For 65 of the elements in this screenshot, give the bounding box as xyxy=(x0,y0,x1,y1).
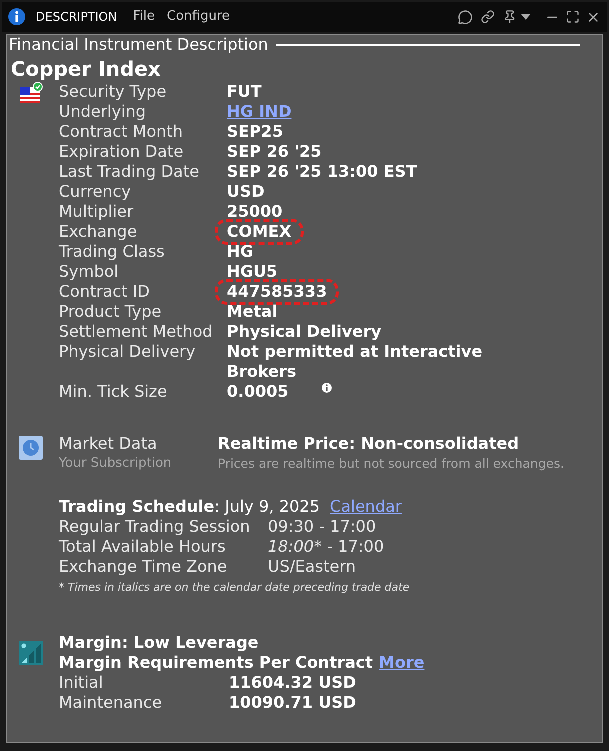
field-label: Underlying xyxy=(59,102,148,122)
maximize-icon[interactable] xyxy=(566,10,580,24)
clock-icon xyxy=(19,436,43,460)
field-label: Contract Month xyxy=(59,122,184,142)
pin-icon[interactable] xyxy=(503,10,517,24)
field-label: Security Type xyxy=(59,82,168,102)
field-value: Physical Delivery xyxy=(227,322,382,341)
field-value: USD xyxy=(227,182,265,201)
menu-item[interactable]: Configure xyxy=(167,7,230,27)
chat-icon[interactable] xyxy=(458,10,473,24)
field-label: Symbol xyxy=(59,262,120,282)
margin-title: Margin: Low Leverage xyxy=(59,633,259,653)
field-label: Last Trading Date xyxy=(59,162,200,182)
footnote: * Times in italics are on the calendar date preceding trade date xyxy=(59,580,410,596)
margin-value: 11604.32 USD xyxy=(229,673,356,693)
field-label: Multiplier xyxy=(59,202,135,222)
schedule-value: 09:30 - 17:00 xyxy=(268,517,376,537)
window-title: DESCRIPTION xyxy=(36,9,118,26)
field-label: Settlement Method xyxy=(59,322,214,342)
schedule-value: 18:00* - 17:00 xyxy=(268,537,384,557)
field-value: Not permitted at Interactive Brokers xyxy=(227,342,483,381)
market-data-value: Realtime Price: Non-consolidated xyxy=(218,434,520,454)
info-icon[interactable] xyxy=(322,383,332,393)
bar-chart-icon xyxy=(19,641,43,665)
subscription-label: Your Subscription xyxy=(59,455,173,473)
field-label: Min. Tick Size xyxy=(59,382,168,402)
market-data-label: Market Data xyxy=(59,434,158,454)
field-value: HGU5 xyxy=(227,262,278,281)
schedule-label: Exchange Time Zone xyxy=(59,557,228,577)
field-value: HG xyxy=(227,242,254,261)
margin-label: Initial xyxy=(59,673,104,693)
field-value: SEP 26 '25 13:00 EST xyxy=(227,162,418,181)
section-title: Financial Instrument Description xyxy=(9,34,268,56)
calendar-link[interactable]: Calendar xyxy=(330,497,402,517)
margin-label: Maintenance xyxy=(59,693,164,713)
underlying-link[interactable]: HG IND xyxy=(227,102,292,121)
schedule-value: US/Eastern xyxy=(268,557,356,577)
field-value: SEP 26 '25 xyxy=(227,142,322,161)
schedule-label: Total Available Hours xyxy=(59,537,227,557)
field-value: Metal xyxy=(227,302,278,321)
field-label: Contract ID xyxy=(59,282,151,302)
field-value: 447585333 xyxy=(227,282,328,301)
menu-item[interactable]: File xyxy=(133,7,155,27)
us-flag-icon xyxy=(19,82,43,106)
market-data-note: Prices are realtime but not sourced from all exchanges. xyxy=(218,455,564,473)
instrument-name: Copper Index xyxy=(11,56,161,82)
field-label: Exchange xyxy=(59,222,138,242)
field-label: Expiration Date xyxy=(59,142,185,162)
more-link[interactable]: More xyxy=(379,653,425,673)
field-value: SEP25 xyxy=(227,122,284,141)
field-value: FUT xyxy=(227,82,262,101)
field-label: Product Type xyxy=(59,302,163,322)
margin-subtitle: Margin Requirements Per Contract xyxy=(59,653,374,673)
field-label: Physical Delivery xyxy=(59,342,197,363)
caret-icon[interactable] xyxy=(521,14,531,20)
field-label: Trading Class xyxy=(59,242,166,262)
margin-value: 10090.71 USD xyxy=(229,693,356,713)
field-value: 25000 xyxy=(227,202,283,221)
field-value: COMEX xyxy=(227,222,292,241)
info-icon xyxy=(8,8,26,26)
field-label: Currency xyxy=(59,182,132,202)
link-icon[interactable] xyxy=(481,10,495,24)
schedule-label: Regular Trading Session xyxy=(59,517,252,537)
field-value: 0.0005 xyxy=(227,382,289,401)
schedule-heading: Trading Schedule: July 9, 2025 xyxy=(59,497,320,517)
